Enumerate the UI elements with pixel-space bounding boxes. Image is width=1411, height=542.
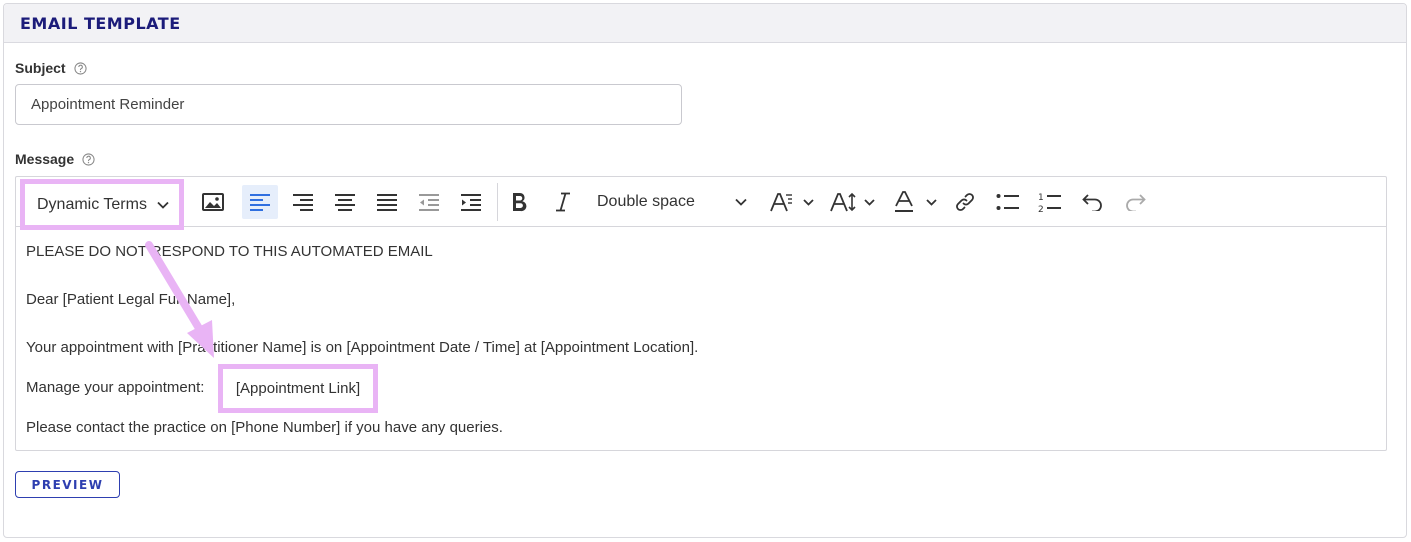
body-line-greeting: Dear [Patient Legal Full Name], [26,291,236,308]
bold-icon [511,192,527,212]
font-size-icon [770,192,816,212]
align-center-button[interactable] [328,185,362,219]
subject-label-row: Subject [15,60,87,76]
link-icon [955,192,975,212]
panel-title: EMAIL TEMPLATE [20,13,181,33]
body-line-appointment: Your appointment with [Practitioner Name… [26,339,699,356]
text-color-icon [894,191,940,213]
outdent-icon [418,193,440,211]
redo-icon [1124,193,1146,211]
subject-input[interactable] [15,84,682,125]
redo-button[interactable] [1120,185,1150,219]
body-line-warning: PLEASE DO NOT RESPOND TO THIS AUTOMATED … [26,243,433,260]
body-line-contact: Please contact the practice on [Phone Nu… [26,419,503,436]
bold-button[interactable] [504,185,534,219]
align-right-button[interactable] [286,185,320,219]
panel-header: EMAIL TEMPLATE [4,4,1406,43]
line-spacing-value: Double space [597,193,695,210]
editor-content[interactable]: PLEASE DO NOT RESPOND TO THIS AUTOMATED … [16,227,1386,436]
bulleted-list-icon [996,193,1020,211]
help-icon[interactable] [73,61,87,75]
align-justify-button[interactable] [370,185,404,219]
numbered-list-icon: 12 [1038,191,1062,213]
image-icon [202,193,224,211]
align-center-icon [334,193,356,211]
indent-icon [460,193,482,211]
align-justify-icon [376,193,398,211]
toolbar-divider [497,183,498,221]
message-label: Message [15,151,75,167]
numbered-list-button[interactable]: 12 [1034,185,1066,219]
insert-image-button[interactable] [196,185,230,219]
svg-text:1: 1 [1038,193,1044,203]
align-left-icon [249,193,271,211]
subject-label: Subject [15,60,66,76]
chevron-down-icon [735,193,747,211]
indent-button[interactable] [454,185,488,219]
font-size-button[interactable] [768,185,818,219]
chevron-down-icon [157,196,169,214]
undo-button[interactable] [1078,185,1108,219]
line-height-button[interactable] [828,185,880,219]
italic-button[interactable] [548,185,578,219]
text-color-button[interactable] [892,185,942,219]
svg-text:2: 2 [1038,205,1044,213]
outdent-button[interactable] [412,185,446,219]
body-line-manage: Manage your appointment: [26,379,205,396]
align-right-icon [292,193,314,211]
message-label-row: Message [15,151,95,167]
bulleted-list-button[interactable] [992,185,1024,219]
undo-icon [1082,193,1104,211]
preview-button[interactable]: PREVIEW [15,471,120,498]
italic-icon [555,192,571,212]
align-left-button[interactable] [242,185,278,219]
editor-toolbar: Dynamic Terms Double space 1 2 [16,177,1386,230]
appointment-link-term[interactable]: [Appointment Link] [218,364,378,413]
line-height-icon [830,192,878,212]
dynamic-terms-dropdown[interactable]: Dynamic Terms [20,179,184,230]
dynamic-terms-label: Dynamic Terms [37,195,147,213]
insert-link-button[interactable] [950,185,980,219]
line-spacing-select[interactable]: Double space [591,185,751,219]
help-icon[interactable] [82,152,95,166]
